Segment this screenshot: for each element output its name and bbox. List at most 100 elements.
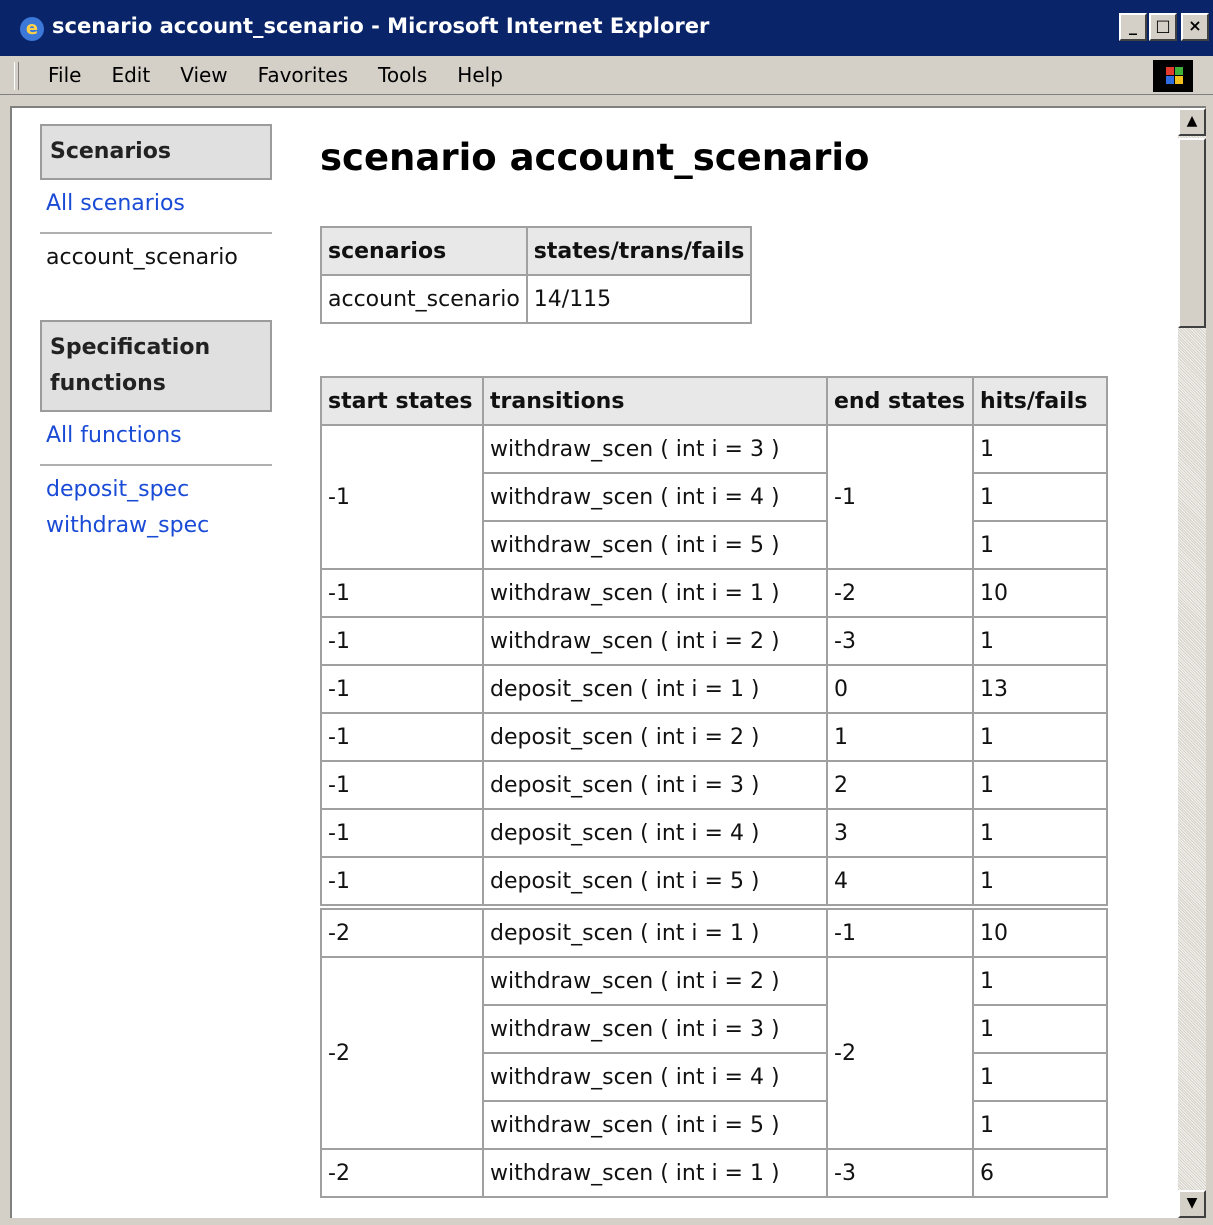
summary-header-scenarios: scenarios	[320, 226, 528, 276]
cell-transition: withdraw_scen ( int i = 2 )	[482, 616, 828, 666]
ie-logo-icon: e	[20, 17, 44, 41]
cell-hits: 1	[972, 616, 1108, 666]
cell-end: -1	[826, 904, 974, 958]
table-row: -2 deposit_scen ( int i = 1 ) -1 10	[320, 904, 1108, 958]
scroll-thumb[interactable]	[1178, 138, 1206, 328]
cell-hits: 1	[972, 856, 1108, 908]
table-row: -1 deposit_scen ( int i = 1 ) 0 13	[320, 664, 1108, 714]
summary-table: scenarios states/trans/fails account_sce…	[320, 226, 753, 324]
page-title: scenario account_scenario	[320, 136, 870, 179]
cell-start: -2	[320, 904, 484, 958]
cell-hits: 1	[972, 1100, 1108, 1150]
cell-transition: deposit_scen ( int i = 1 )	[482, 904, 828, 958]
table-row: -1 withdraw_scen ( int i = 1 ) -2 10	[320, 568, 1108, 618]
header-transitions: transitions	[482, 376, 828, 426]
browser-content: Scenarios All scenarios account_scenario…	[10, 106, 1206, 1218]
scenarios-heading: Scenarios	[40, 124, 272, 180]
all-functions-link[interactable]: All functions	[40, 412, 272, 460]
cell-transition: withdraw_scen ( int i = 4 )	[482, 472, 828, 522]
cell-start: -1	[320, 616, 484, 666]
cell-start: -1	[320, 424, 484, 570]
cell-end: 4	[826, 856, 974, 908]
function-links: deposit_spec withdraw_spec	[40, 466, 272, 550]
header-end-states: end states	[826, 376, 974, 426]
cell-hits: 1	[972, 472, 1108, 522]
minimize-button[interactable]: _	[1119, 13, 1147, 41]
summary-header-row: scenarios states/trans/fails	[320, 226, 753, 276]
toolbar-grip[interactable]	[14, 62, 19, 90]
cell-start: -2	[320, 1148, 484, 1198]
cell-end: -1	[826, 424, 974, 570]
cell-transition: deposit_scen ( int i = 4 )	[482, 808, 828, 858]
cell-transition: withdraw_scen ( int i = 5 )	[482, 1100, 828, 1150]
scroll-up-button[interactable]: ▲	[1178, 108, 1206, 136]
table-row: -1 deposit_scen ( int i = 3 ) 2 1	[320, 760, 1108, 810]
cell-start: -1	[320, 568, 484, 618]
window-title: scenario account_scenario - Microsoft In…	[52, 14, 710, 38]
menu-edit[interactable]: Edit	[111, 63, 150, 87]
vertical-scrollbar[interactable]: ▲ ▼	[1178, 108, 1206, 1218]
header-hits-fails: hits/fails	[972, 376, 1108, 426]
cell-transition: withdraw_scen ( int i = 3 )	[482, 1004, 828, 1054]
cell-transition: withdraw_scen ( int i = 2 )	[482, 956, 828, 1006]
cell-end: -2	[826, 956, 974, 1150]
cell-transition: deposit_scen ( int i = 3 )	[482, 760, 828, 810]
windows-logo-icon	[1153, 60, 1193, 92]
transitions-table: start states transitions end states hits…	[320, 376, 1108, 1198]
table-row: -2 withdraw_scen ( int i = 1 ) -3 6	[320, 1148, 1108, 1198]
cell-end: -2	[826, 568, 974, 618]
header-start-states: start states	[320, 376, 484, 426]
function-link-deposit-spec[interactable]: deposit_spec	[46, 472, 266, 508]
cell-hits: 1	[972, 712, 1108, 762]
scroll-down-button[interactable]: ▼	[1178, 1190, 1206, 1218]
cell-hits: 1	[972, 424, 1108, 474]
spec-heading-line2: functions	[50, 371, 166, 396]
cell-start: -2	[320, 956, 484, 1150]
summary-header-states: states/trans/fails	[525, 226, 753, 276]
cell-transition: deposit_scen ( int i = 1 )	[482, 664, 828, 714]
cell-hits: 1	[972, 760, 1108, 810]
menu-file[interactable]: File	[48, 63, 81, 87]
cell-end: 3	[826, 808, 974, 858]
menu-bar: File Edit View Favorites Tools Help	[0, 56, 1213, 95]
summary-row: account_scenario 14/115	[320, 274, 753, 324]
cell-hits: 1	[972, 1052, 1108, 1102]
cell-hits: 13	[972, 664, 1108, 714]
close-button[interactable]: ×	[1181, 13, 1209, 41]
cell-hits: 1	[972, 808, 1108, 858]
cell-hits: 10	[972, 568, 1108, 618]
cell-hits: 1	[972, 1004, 1108, 1054]
sidebar: Scenarios All scenarios account_scenario…	[40, 124, 272, 550]
table-header-row: start states transitions end states hits…	[320, 376, 1108, 426]
menu-items: File Edit View Favorites Tools Help	[48, 63, 533, 87]
table-row: -1 withdraw_scen ( int i = 2 ) -3 1	[320, 616, 1108, 666]
table-row: -1 withdraw_scen ( int i = 3 ) -1 1	[320, 424, 1108, 570]
cell-end: 1	[826, 712, 974, 762]
function-link-withdraw-spec[interactable]: withdraw_spec	[46, 508, 266, 544]
cell-hits: 1	[972, 520, 1108, 570]
menu-tools[interactable]: Tools	[378, 63, 427, 87]
cell-end: -3	[826, 1148, 974, 1198]
menu-view[interactable]: View	[180, 63, 227, 87]
spec-functions-heading: Specification functions	[40, 320, 272, 412]
spec-heading-line1: Specification	[50, 335, 211, 360]
cell-transition: withdraw_scen ( int i = 3 )	[482, 424, 828, 474]
cell-end: -3	[826, 616, 974, 666]
menu-favorites[interactable]: Favorites	[258, 63, 348, 87]
table-row: -1 deposit_scen ( int i = 5 ) 4 1	[320, 856, 1108, 908]
table-row: -1 deposit_scen ( int i = 2 ) 1 1	[320, 712, 1108, 762]
window-titlebar: e scenario account_scenario - Microsoft …	[0, 0, 1213, 56]
all-scenarios-link[interactable]: All scenarios	[40, 180, 272, 228]
cell-start: -1	[320, 760, 484, 810]
cell-hits: 6	[972, 1148, 1108, 1198]
cell-transition: deposit_scen ( int i = 5 )	[482, 856, 828, 908]
cell-transition: withdraw_scen ( int i = 1 )	[482, 568, 828, 618]
current-scenario: account_scenario	[46, 245, 238, 270]
maximize-button[interactable]: □	[1149, 13, 1177, 41]
cell-transition: withdraw_scen ( int i = 1 )	[482, 1148, 828, 1198]
window-controls: _ □ ×	[1117, 13, 1209, 41]
cell-end: 2	[826, 760, 974, 810]
cell-transition: deposit_scen ( int i = 2 )	[482, 712, 828, 762]
cell-transition: withdraw_scen ( int i = 5 )	[482, 520, 828, 570]
menu-help[interactable]: Help	[457, 63, 503, 87]
